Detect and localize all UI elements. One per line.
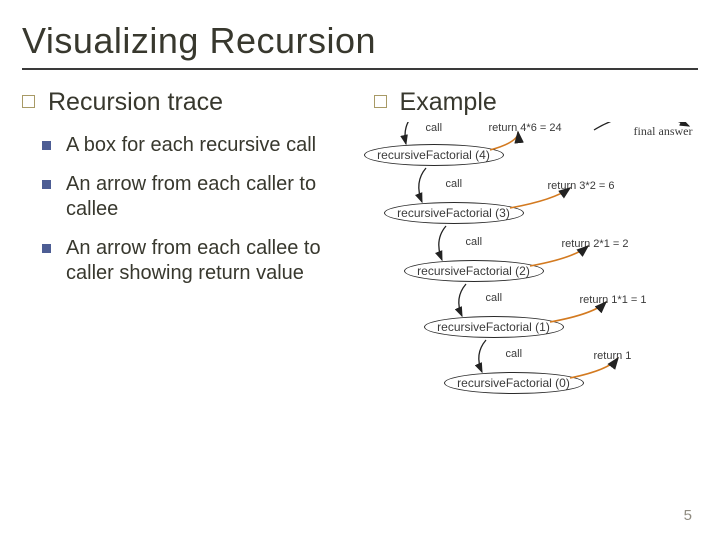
bullet-text: A box for each recursive call xyxy=(66,134,316,156)
slide-title: Visualizing Recursion xyxy=(22,20,698,70)
recursion-trace-label: Recursion trace xyxy=(48,88,223,116)
page-number: 5 xyxy=(684,507,692,524)
square-icon xyxy=(42,180,51,189)
hollow-square-icon xyxy=(22,95,35,108)
bullet-text: An arrow from each caller to callee xyxy=(66,173,316,220)
bullet-text: An arrow from each callee to caller show… xyxy=(66,237,321,284)
example-label: Example xyxy=(400,88,497,116)
square-icon xyxy=(42,141,51,150)
arrows-svg xyxy=(294,122,720,462)
square-icon xyxy=(42,244,51,253)
example-heading: Example xyxy=(374,88,698,117)
hollow-square-icon xyxy=(374,95,387,108)
recursion-diagram: call call call call call return 4*6 = 24… xyxy=(294,122,720,502)
recursion-trace-heading: Recursion trace xyxy=(22,88,364,117)
